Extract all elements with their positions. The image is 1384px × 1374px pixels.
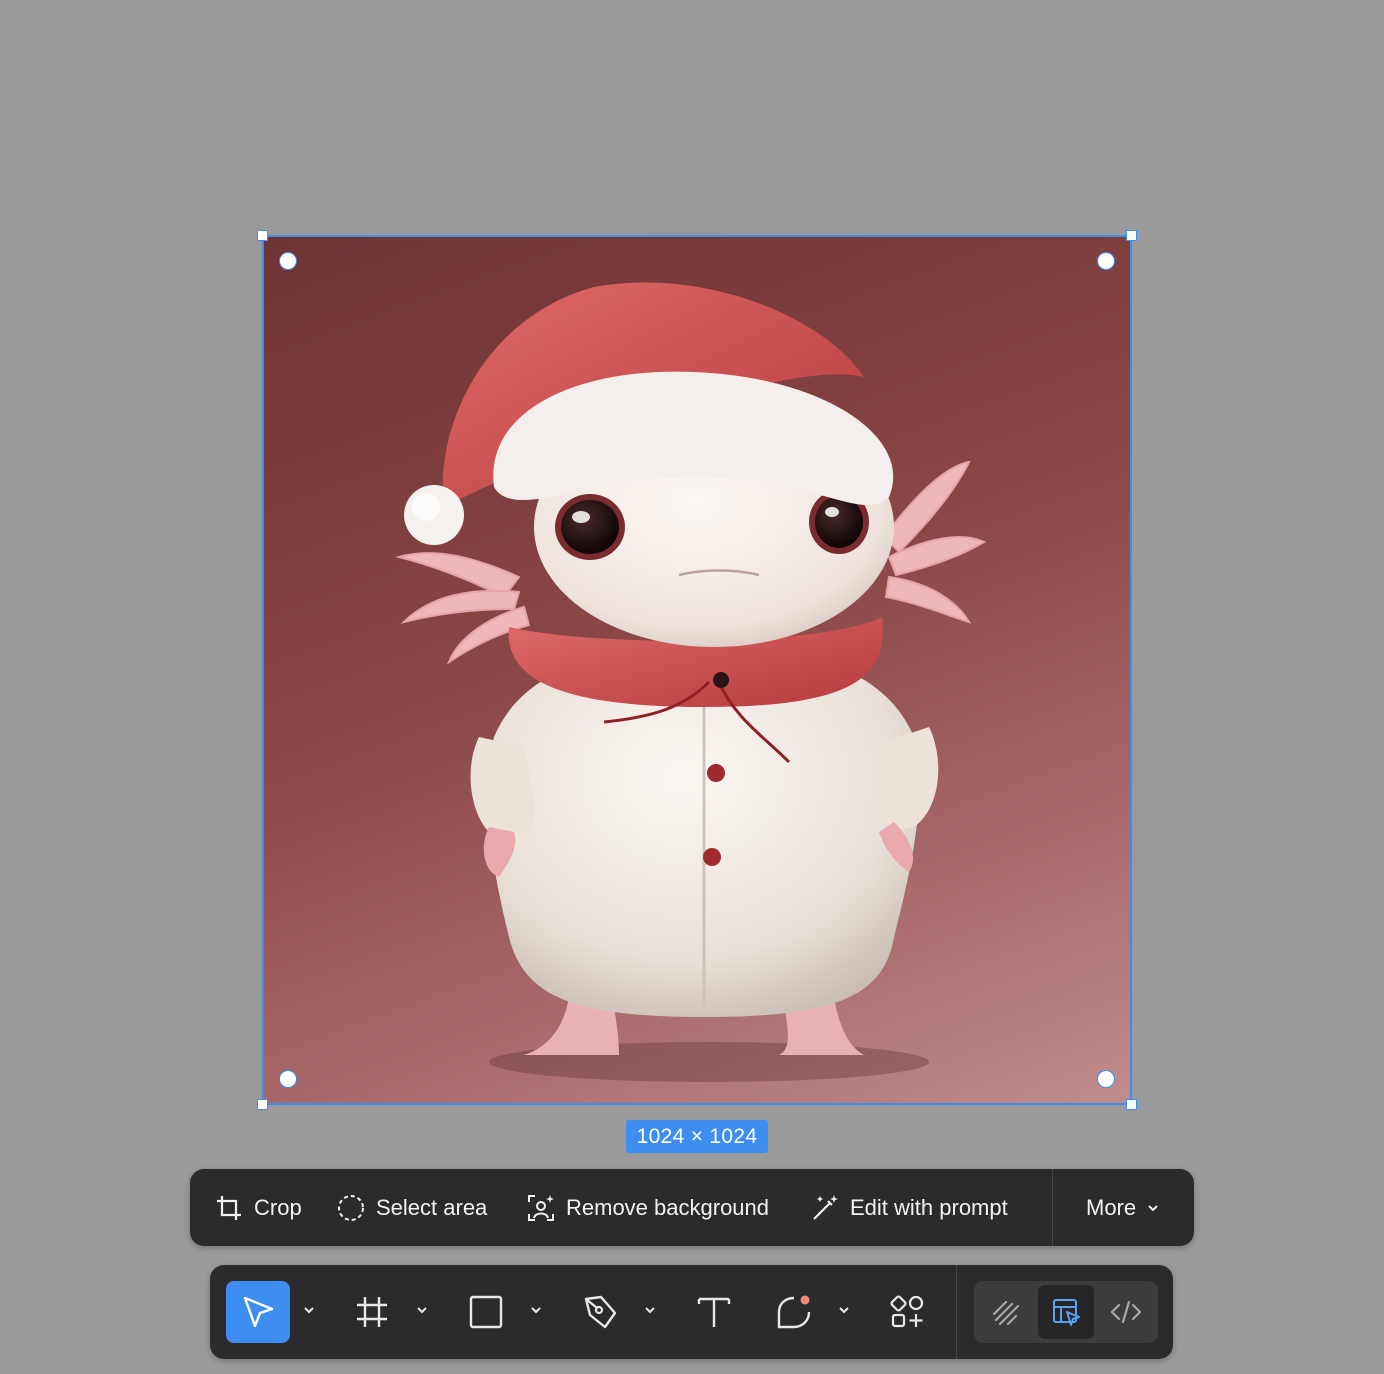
dev-mode-button[interactable] bbox=[1098, 1285, 1154, 1339]
rectangle-icon bbox=[469, 1295, 503, 1329]
text-icon bbox=[697, 1297, 731, 1327]
actions-tool-button[interactable] bbox=[886, 1281, 930, 1343]
corner-radius-handle-bottom-right[interactable] bbox=[1097, 1070, 1115, 1088]
resize-handle-top-left[interactable] bbox=[257, 230, 268, 241]
frame-icon bbox=[357, 1297, 387, 1327]
magic-wand-icon bbox=[813, 1194, 838, 1220]
edit-with-prompt-button[interactable]: Edit with prompt bbox=[810, 1169, 1008, 1246]
toolbar-divider bbox=[956, 1265, 957, 1359]
design-mode-button[interactable] bbox=[1038, 1285, 1094, 1339]
draw-mode-button[interactable] bbox=[978, 1285, 1034, 1339]
main-toolbar bbox=[210, 1265, 1173, 1359]
frame-tool-button[interactable] bbox=[350, 1281, 394, 1343]
resize-handle-bottom-left[interactable] bbox=[257, 1099, 268, 1110]
rectangle-tool-button[interactable] bbox=[464, 1281, 508, 1343]
corner-radius-handle-bottom-left[interactable] bbox=[279, 1070, 297, 1088]
resize-handle-bottom-right[interactable] bbox=[1126, 1099, 1137, 1110]
crop-button[interactable]: Crop bbox=[214, 1169, 302, 1246]
dev-mode-icon bbox=[1110, 1300, 1142, 1324]
move-tool-button[interactable] bbox=[226, 1281, 290, 1343]
lasso-select-icon bbox=[338, 1194, 364, 1221]
action-bar-divider bbox=[1052, 1169, 1053, 1246]
move-icon bbox=[243, 1296, 274, 1328]
selected-image[interactable] bbox=[264, 237, 1130, 1103]
text-tool-button[interactable] bbox=[692, 1281, 736, 1343]
remove-background-label: Remove background bbox=[566, 1194, 770, 1220]
pen-tool-button[interactable] bbox=[578, 1281, 622, 1343]
axolotl-illustration bbox=[395, 282, 987, 1082]
pen-tool-chevron-down-icon[interactable] bbox=[643, 1303, 657, 1317]
design-mode-icon bbox=[1053, 1299, 1080, 1326]
remove-background-icon bbox=[528, 1194, 554, 1221]
chevron-down-icon bbox=[1148, 1204, 1158, 1211]
comment-icon bbox=[777, 1295, 811, 1329]
frame-tool-chevron-down-icon[interactable] bbox=[415, 1303, 429, 1317]
corner-radius-handle-top-left[interactable] bbox=[279, 252, 297, 270]
crop-label: Crop bbox=[254, 1194, 302, 1220]
edit-with-prompt-label: Edit with prompt bbox=[850, 1194, 1008, 1220]
resize-handle-top-right[interactable] bbox=[1126, 230, 1137, 241]
corner-radius-handle-top-right[interactable] bbox=[1097, 252, 1115, 270]
select-area-label: Select area bbox=[376, 1194, 488, 1220]
rectangle-tool-chevron-down-icon[interactable] bbox=[529, 1303, 543, 1317]
more-dropdown-button[interactable]: More bbox=[1086, 1169, 1160, 1246]
draw-mode-icon bbox=[992, 1300, 1020, 1326]
more-label: More bbox=[1086, 1194, 1137, 1220]
actions-icon bbox=[890, 1295, 924, 1328]
move-tool-chevron-down-icon[interactable] bbox=[302, 1303, 316, 1317]
pen-icon bbox=[584, 1295, 617, 1329]
remove-background-button[interactable]: Remove background bbox=[526, 1169, 769, 1246]
dimensions-label: 1024 × 1024 bbox=[626, 1120, 768, 1153]
crop-icon bbox=[217, 1195, 241, 1220]
design-canvas[interactable]: 1024 × 1024 Crop Select area Remove back… bbox=[0, 0, 1384, 1374]
comment-tool-chevron-down-icon[interactable] bbox=[837, 1303, 851, 1317]
select-area-button[interactable]: Select area bbox=[336, 1169, 487, 1246]
comment-tool-button[interactable] bbox=[772, 1281, 816, 1343]
image-action-bar: Crop Select area Remove background Edit … bbox=[190, 1169, 1194, 1246]
mode-switcher bbox=[974, 1281, 1158, 1343]
